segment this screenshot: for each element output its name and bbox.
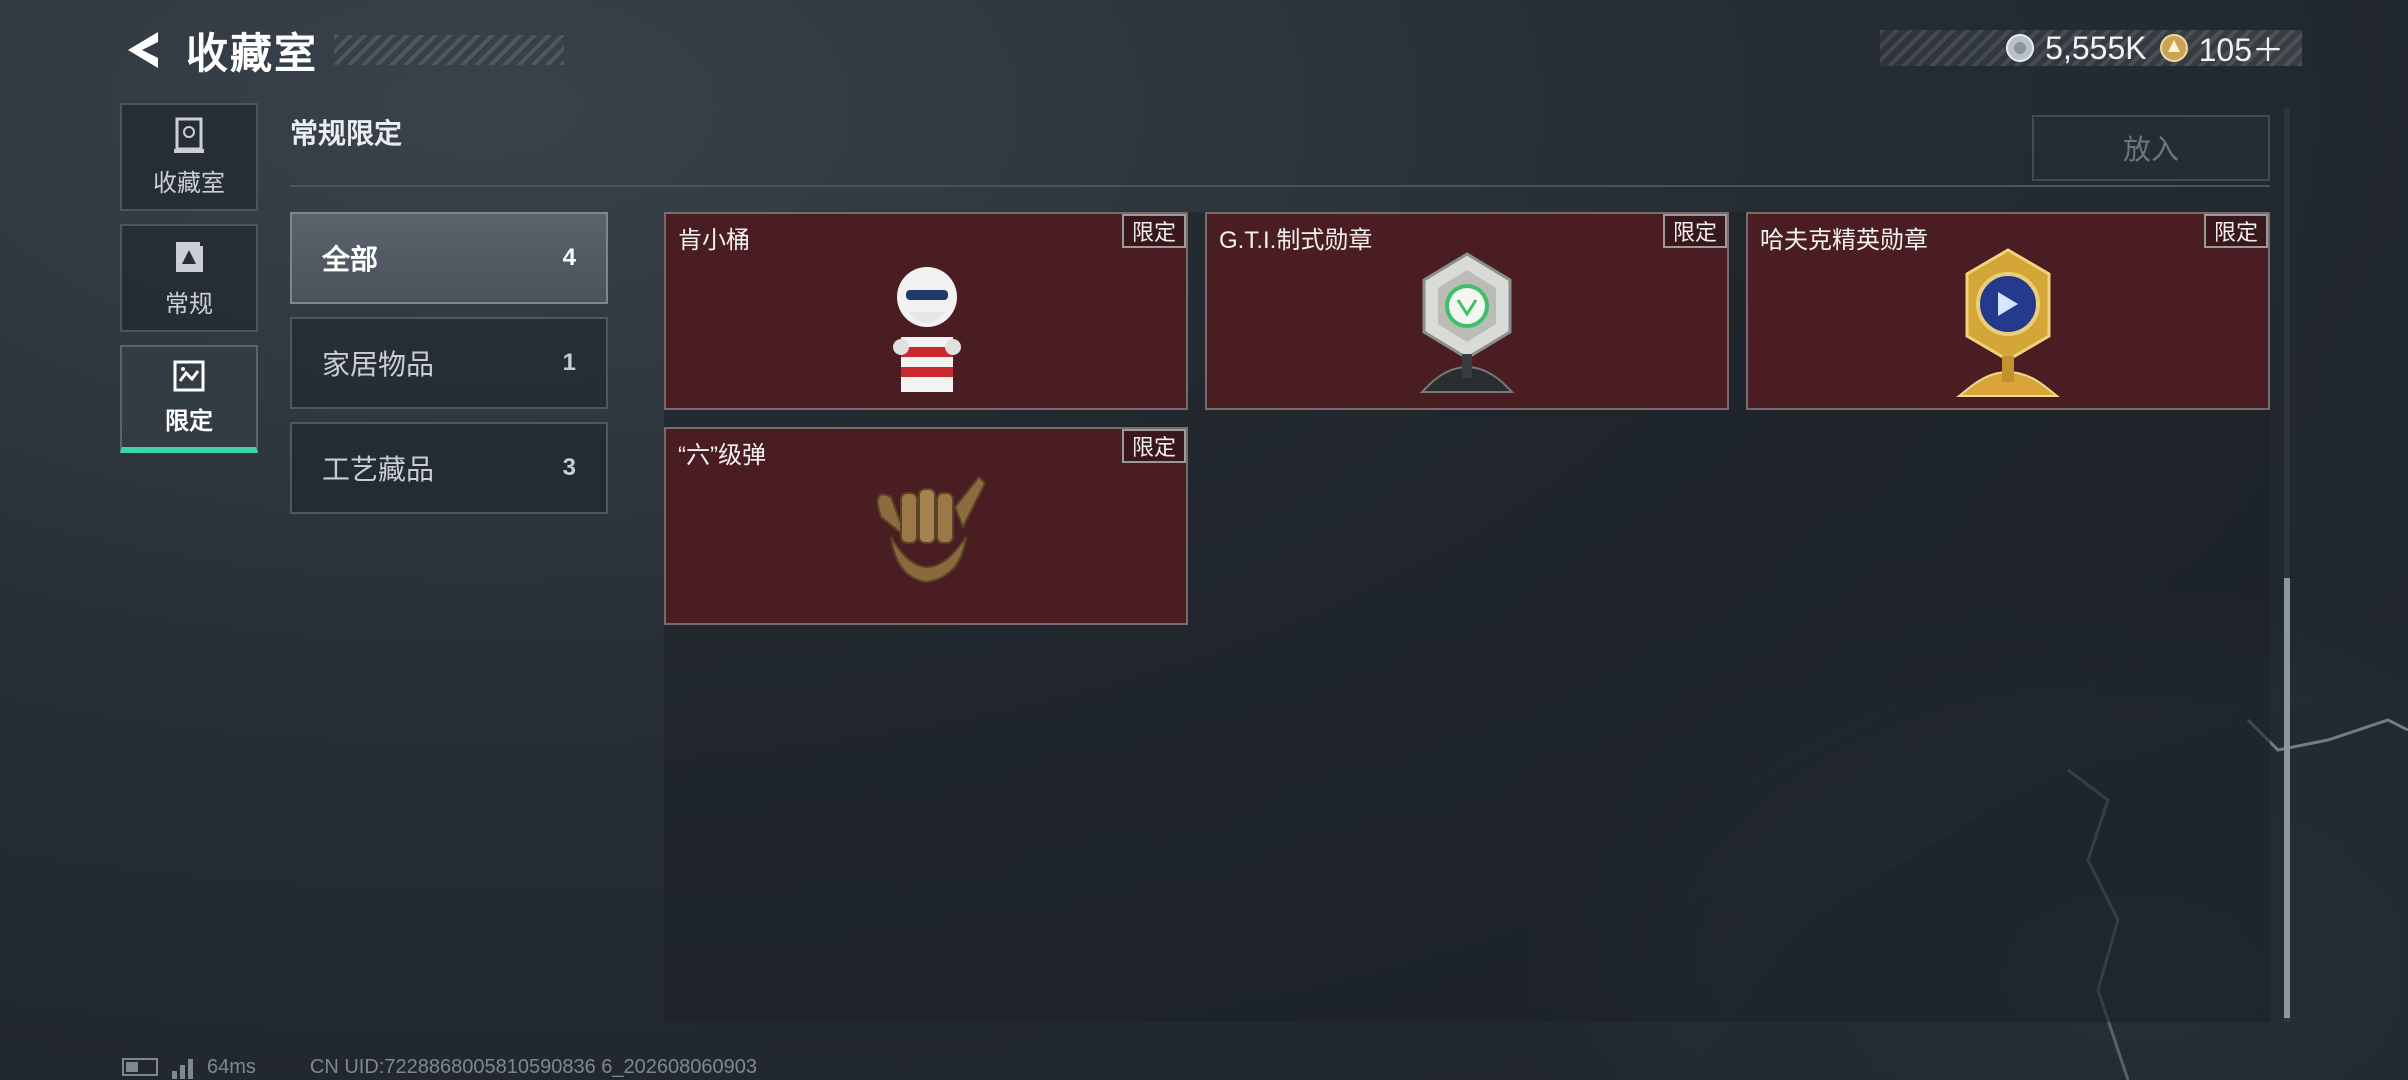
top-header: 收藏室 <box>118 20 565 80</box>
title-decoration <box>334 35 565 65</box>
item-grid: 肯小桶 限定 G.T.I.制式勋章 限定 哈夫克精英勋章 限定 “六”级弹 限定 <box>664 212 2270 1022</box>
item-name: G.T.I.制式勋章 <box>1219 227 1373 254</box>
silver-medal-icon <box>1419 252 1515 393</box>
section-title: 常规限定 <box>290 118 403 149</box>
battery-icon <box>122 1058 158 1076</box>
sidebar-item-limited[interactable]: 限定 <box>120 345 258 453</box>
category-name: 工艺藏品 <box>322 454 435 485</box>
sidebar-item-collection[interactable]: 收藏室 <box>120 103 258 211</box>
sidebar-item-label: 收藏室 <box>153 169 225 197</box>
currency-silver[interactable]: 5,555K <box>2005 29 2147 67</box>
ping-text: 64ms <box>207 1055 256 1078</box>
limited-badge: 限定 <box>2203 214 2268 248</box>
sidebar-item-label: 限定 <box>165 407 213 435</box>
category-list: 全部 4 家居物品 1 工艺藏品 3 <box>290 212 608 527</box>
bronze-hand-sculpture-icon <box>876 475 987 584</box>
limited-badge: 限定 <box>1121 429 1186 463</box>
item-card-haavk-elite-medal[interactable]: 哈夫克精英勋章 限定 <box>1746 212 2270 410</box>
back-arrow-icon <box>128 32 158 68</box>
item-card-gti-medal[interactable]: G.T.I.制式勋章 限定 <box>1205 212 1729 410</box>
item-card-six-grade-bullet[interactable]: “六”级弹 限定 <box>664 427 1188 625</box>
item-name: “六”级弹 <box>678 442 766 469</box>
category-craft-collectibles[interactable]: 工艺藏品 3 <box>290 422 608 514</box>
currency-gold[interactable]: 105＋ <box>2159 25 2284 71</box>
scrollbar-thumb[interactable] <box>2284 578 2290 1018</box>
back-button[interactable] <box>118 26 166 74</box>
left-sidebar: 收藏室 常规 限定 <box>120 103 258 466</box>
item-name: 肯小桶 <box>678 227 750 254</box>
category-count: 1 <box>562 349 576 376</box>
limited-card-icon <box>173 360 205 391</box>
scrollbar-track[interactable] <box>2284 108 2290 1022</box>
gold-amount: 105＋ <box>2198 32 2284 68</box>
category-all[interactable]: 全部 4 <box>290 212 608 304</box>
silver-amount: 5,555K <box>2045 29 2147 66</box>
uid-text: CN UID:7228868005810590836 6_20260806090… <box>309 1055 757 1078</box>
section-divider <box>290 185 2270 187</box>
item-name: 哈夫克精英勋章 <box>1760 227 1928 254</box>
category-count: 3 <box>562 454 576 481</box>
sidebar-item-regular[interactable]: 常规 <box>120 224 258 332</box>
category-name: 全部 <box>322 244 379 275</box>
status-bar: 64ms CN UID:7228868005810590836 6_202608… <box>122 1055 757 1079</box>
currency-bar: 5,555K 105＋ <box>1880 29 2302 68</box>
limited-badge: 限定 <box>1121 214 1186 248</box>
kfc-bucket-figure-icon <box>893 267 961 392</box>
silver-coin-icon <box>2006 34 2035 62</box>
gold-coin-icon <box>2159 34 2188 62</box>
gold-medal-icon <box>1956 248 2060 397</box>
limited-badge: 限定 <box>1662 214 1727 248</box>
page-title: 收藏室 <box>186 29 319 77</box>
signal-icon <box>172 1055 193 1079</box>
trophy-case-icon <box>174 117 204 153</box>
category-home-items[interactable]: 家居物品 1 <box>290 317 608 409</box>
sidebar-item-label: 常规 <box>165 290 213 318</box>
put-in-button[interactable]: 放入 <box>2032 115 2270 181</box>
category-count: 4 <box>562 244 576 271</box>
category-name: 家居物品 <box>322 349 435 380</box>
item-card-kfc-bucket[interactable]: 肯小桶 限定 <box>664 212 1188 410</box>
card-icon <box>176 241 203 272</box>
